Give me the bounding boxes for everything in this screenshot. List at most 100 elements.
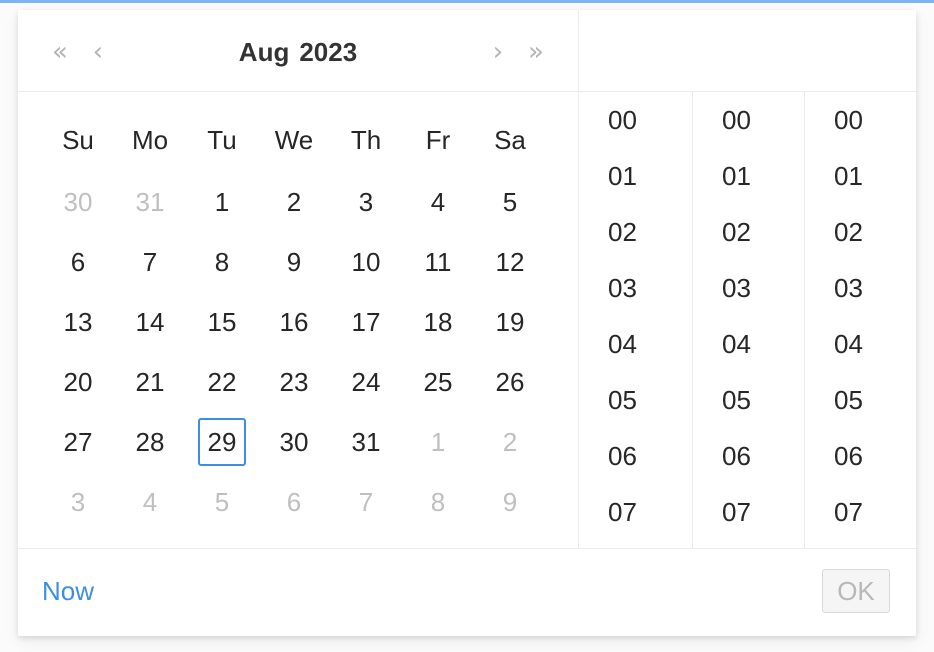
day-number: 1	[214, 187, 230, 217]
second-cell[interactable]: 05	[834, 372, 914, 428]
second-cell[interactable]: 04	[834, 316, 914, 372]
year-select[interactable]: 2023	[299, 37, 357, 67]
hour-cell[interactable]: 03	[608, 260, 708, 316]
day-cell[interactable]: 22	[186, 352, 258, 412]
second-cell[interactable]: 07	[834, 484, 914, 540]
super-next-year-button[interactable]: »	[518, 32, 554, 72]
hour-cell[interactable]: 06	[608, 428, 708, 484]
day-cell-adjacent-month[interactable]: 6	[258, 472, 330, 532]
day-cell[interactable]: 24	[330, 352, 402, 412]
day-cell[interactable]: 18	[402, 292, 474, 352]
day-number: 31	[135, 187, 165, 217]
day-cell-today[interactable]: 29	[186, 412, 258, 472]
time-header	[579, 10, 916, 92]
minute-cell[interactable]: 00	[722, 92, 812, 148]
day-cell[interactable]: 11	[402, 232, 474, 292]
day-cell[interactable]: 12	[474, 232, 546, 292]
day-cell-adjacent-month[interactable]: 30	[42, 172, 114, 232]
day-cell[interactable]: 2	[258, 172, 330, 232]
day-cell[interactable]: 21	[114, 352, 186, 412]
second-cell[interactable]: 02	[834, 204, 914, 260]
day-cell-adjacent-month[interactable]: 5	[186, 472, 258, 532]
minute-cell[interactable]: 05	[722, 372, 812, 428]
day-cell[interactable]: 7	[114, 232, 186, 292]
day-number: 3	[70, 487, 86, 517]
weekday-label: Fr	[425, 125, 451, 155]
second-cell[interactable]: 03	[834, 260, 914, 316]
weekday-label: Th	[350, 125, 382, 155]
minute-cell[interactable]: 06	[722, 428, 812, 484]
minute-cell[interactable]: 01	[722, 148, 812, 204]
day-number: 6	[70, 247, 86, 277]
minute-cell[interactable]: 02	[722, 204, 812, 260]
hour-cell[interactable]: 02	[608, 204, 708, 260]
hour-column[interactable]: 00 01 02 03 04 05 06 07	[608, 92, 708, 548]
day-cell[interactable]: 9	[258, 232, 330, 292]
hour-cell[interactable]: 01	[608, 148, 708, 204]
next-month-button[interactable]: ›	[486, 32, 510, 72]
date-time-divider	[578, 10, 579, 548]
minute-column[interactable]: 00 01 02 03 04 05 06 07	[722, 92, 812, 548]
day-cell-adjacent-month[interactable]: 9	[474, 472, 546, 532]
day-number: 20	[63, 367, 93, 397]
day-cell[interactable]: 5	[474, 172, 546, 232]
minute-cell[interactable]: 07	[722, 484, 812, 540]
day-cell[interactable]: 19	[474, 292, 546, 352]
day-cell[interactable]: 8	[186, 232, 258, 292]
day-number: 6	[286, 487, 302, 517]
day-cell[interactable]: 31	[330, 412, 402, 472]
day-cell-adjacent-month[interactable]: 4	[114, 472, 186, 532]
now-link[interactable]: Now	[42, 576, 94, 607]
day-cell[interactable]: 15	[186, 292, 258, 352]
hour-cell[interactable]: 07	[608, 484, 708, 540]
day-cell[interactable]: 16	[258, 292, 330, 352]
day-number: 27	[63, 427, 93, 457]
day-cell[interactable]: 28	[114, 412, 186, 472]
day-cell[interactable]: 4	[402, 172, 474, 232]
hour-cell[interactable]: 00	[608, 92, 708, 148]
day-cell[interactable]: 25	[402, 352, 474, 412]
day-cell[interactable]: 6	[42, 232, 114, 292]
day-cell[interactable]: 30	[258, 412, 330, 472]
day-cell[interactable]: 20	[42, 352, 114, 412]
day-number: 10	[351, 247, 381, 277]
day-number: 2	[502, 427, 518, 457]
day-cell-adjacent-month[interactable]: 3	[42, 472, 114, 532]
day-number: 17	[351, 307, 381, 337]
minute-cell[interactable]: 03	[722, 260, 812, 316]
month-select[interactable]: Aug	[239, 37, 290, 67]
hour-cell[interactable]: 04	[608, 316, 708, 372]
day-cell[interactable]: 3	[330, 172, 402, 232]
day-number: 13	[63, 307, 93, 337]
weekday-header-row: Su Mo Tu We Th Fr Sa	[42, 110, 546, 170]
second-column[interactable]: 00 01 02 03 04 05 06 07	[834, 92, 914, 548]
day-cell-adjacent-month[interactable]: 2	[474, 412, 546, 472]
day-number: 14	[135, 307, 165, 337]
second-cell[interactable]: 00	[834, 92, 914, 148]
day-cell[interactable]: 10	[330, 232, 402, 292]
hour-cell[interactable]: 05	[608, 372, 708, 428]
day-cell-adjacent-month[interactable]: 8	[402, 472, 474, 532]
day-cell[interactable]: 27	[42, 412, 114, 472]
day-cell[interactable]: 23	[258, 352, 330, 412]
date-header: « ‹ Aug 2023 › »	[18, 10, 578, 92]
day-cell[interactable]: 26	[474, 352, 546, 412]
second-cell[interactable]: 06	[834, 428, 914, 484]
day-number: 30	[279, 427, 309, 457]
day-number: 3	[358, 187, 374, 217]
day-cell-adjacent-month[interactable]: 31	[114, 172, 186, 232]
day-cell[interactable]: 1	[186, 172, 258, 232]
day-number: 24	[351, 367, 381, 397]
day-cell[interactable]: 17	[330, 292, 402, 352]
day-number: 18	[423, 307, 453, 337]
day-cell-adjacent-month[interactable]: 7	[330, 472, 402, 532]
day-cell[interactable]: 14	[114, 292, 186, 352]
ok-button[interactable]: OK	[822, 569, 890, 613]
day-number: 26	[495, 367, 525, 397]
day-cell[interactable]: 13	[42, 292, 114, 352]
day-number: 9	[502, 487, 518, 517]
day-cell-adjacent-month[interactable]: 1	[402, 412, 474, 472]
second-cell[interactable]: 01	[834, 148, 914, 204]
minute-cell[interactable]: 04	[722, 316, 812, 372]
time-column-divider	[804, 92, 805, 548]
